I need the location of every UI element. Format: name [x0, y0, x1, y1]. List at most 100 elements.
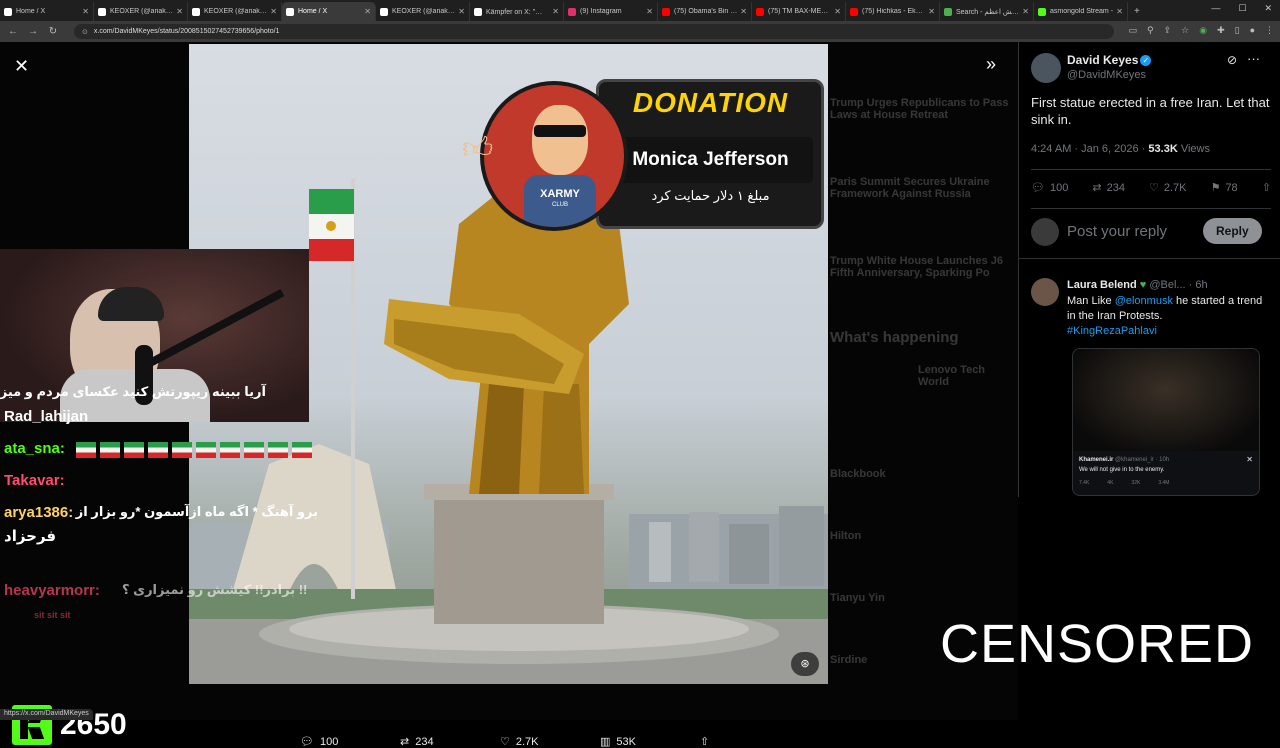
tab-close-icon[interactable]: ✕ — [1022, 7, 1029, 16]
mic-arm — [148, 289, 285, 367]
tab-close-icon[interactable]: ✕ — [928, 7, 935, 16]
bookmark-button[interactable]: ⚑ 78 — [1211, 181, 1238, 195]
browser-tab[interactable]: (75) Obama's Bin Lade✕ — [658, 2, 752, 21]
tab-title: asmongold Stream - — [1050, 8, 1114, 15]
mention-link[interactable]: @elonmusk — [1115, 295, 1173, 307]
close-window-icon[interactable]: ✕ — [1264, 3, 1272, 14]
tab-favicon-icon — [192, 7, 200, 16]
embedded-close-icon: ✕ — [1246, 455, 1253, 464]
hashtag-link[interactable]: #KingRezaPahlavi — [1067, 325, 1157, 337]
tab-title: Home / X — [16, 8, 46, 15]
repost-button[interactable]: ⇄ 234 — [1092, 181, 1125, 195]
tab-close-icon[interactable]: ✕ — [646, 7, 653, 16]
photo-repost-button[interactable]: ⇄ 234 — [400, 735, 500, 748]
reply-media[interactable]: Khamenei.ir @khamenei_ir · 10h We will n… — [1072, 348, 1260, 496]
photo-share-button[interactable]: ⇧ — [700, 735, 800, 748]
browser-tab[interactable]: KEOXER (@ariakeoxer)✕ — [94, 2, 188, 21]
share-button[interactable]: ⇧ — [1262, 181, 1271, 194]
browser-tab[interactable]: asmongold Stream - ✕ — [1034, 2, 1128, 21]
chat-message: فرحزاد — [4, 528, 57, 545]
iran-flag-emote — [148, 442, 168, 458]
tab-favicon-icon — [662, 7, 670, 16]
tab-close-icon[interactable]: ✕ — [176, 7, 183, 16]
tab-close-icon[interactable]: ✕ — [270, 7, 277, 16]
chat-username: Takavar: — [4, 472, 65, 489]
author-name[interactable]: David Keyes — [1067, 53, 1138, 67]
donation-label: DONATION — [632, 87, 789, 118]
zoom-icon[interactable]: ⚲ — [1147, 25, 1154, 36]
extension-icons: ▭ ⚲ ⇪ ☆ ◉ ✚ ▯ ● ⋮ — [1128, 25, 1274, 36]
minimize-icon[interactable]: — — [1211, 3, 1220, 14]
iran-flag-emote — [244, 442, 264, 458]
address-bar-row: ← → ↻ ⊙ x.com/DavidMKeyes/status/2008515… — [0, 21, 1280, 42]
site-info-icon[interactable]: ⊙ — [82, 28, 88, 36]
tab-title: Home / X — [298, 8, 328, 15]
forward-icon[interactable]: → — [26, 26, 40, 37]
browser-tab[interactable]: Home / X ✕ — [282, 2, 376, 21]
iran-flag-emote — [100, 442, 120, 458]
reply-button[interactable]: 💬︎ 100 — [1031, 181, 1068, 195]
share-icon[interactable]: ⇪ — [1164, 25, 1172, 36]
profile-avatar[interactable]: ● — [1250, 25, 1255, 36]
my-avatar — [1031, 218, 1059, 246]
tab-title: KEOXER (@ariakeoxer) — [204, 8, 268, 15]
reply-submit-button[interactable]: Reply — [1203, 218, 1262, 244]
browser-tab[interactable]: (9) Instagram ✕ — [564, 2, 658, 21]
like-button[interactable]: ♡ 2.7K — [1149, 181, 1187, 195]
more-options-icon[interactable]: ··· — [1247, 51, 1260, 66]
window-controls: — ☐ ✕ — [1211, 3, 1272, 14]
cast-icon[interactable]: ▭ — [1128, 25, 1137, 36]
sidebar-icon[interactable]: ▯ — [1235, 25, 1240, 36]
tab-close-icon[interactable]: ✕ — [458, 7, 465, 16]
tab-close-icon[interactable]: ✕ — [834, 7, 841, 16]
photo-like-button[interactable]: ♡ 2.7K — [500, 735, 600, 748]
close-photo-icon[interactable]: ✕ — [14, 56, 29, 77]
tab-close-icon[interactable]: ✕ — [364, 7, 371, 16]
browser-tab[interactable]: Kämpfer on X: "کیش ✕ — [470, 2, 564, 21]
browser-tab[interactable]: KEOXER (@ariakeoxer)✕ — [376, 2, 470, 21]
menu-icon[interactable]: ⋮ — [1265, 25, 1274, 36]
photo-views-button[interactable]: ▥ 53K — [600, 735, 700, 748]
status-url: https://x.com/DavidMKeyes — [0, 709, 93, 720]
feed-heading: What's happening — [830, 329, 959, 346]
tab-title: KEOXER (@ariakeoxer) — [392, 8, 456, 15]
tab-close-icon[interactable]: ✕ — [740, 7, 747, 16]
mascot-text: XARMY — [540, 188, 580, 200]
author-avatar[interactable] — [1031, 53, 1061, 83]
puzzle-icon[interactable]: ✚ — [1217, 25, 1225, 36]
tab-title: Search - کشکش اعظم — [956, 8, 1019, 16]
reply-input[interactable]: Post your reply — [1067, 223, 1167, 240]
back-icon[interactable]: ← — [6, 26, 20, 37]
extension-icon[interactable]: ◉ — [1199, 25, 1207, 36]
browser-tab[interactable]: (75) TM BAX-MEYDOO✕ — [752, 2, 846, 21]
new-tab-button[interactable]: + — [1128, 2, 1146, 21]
browser-tab[interactable]: KEOXER (@ariakeoxer)✕ — [188, 2, 282, 21]
tab-close-icon[interactable]: ✕ — [1116, 7, 1123, 16]
photo-reply-button[interactable]: 💬︎ 100 — [300, 735, 400, 748]
iran-flag-emote — [268, 442, 288, 458]
tab-close-icon[interactable]: ✕ — [552, 7, 559, 16]
url-field[interactable]: ⊙ x.com/DavidMKeyes/status/2008515027452… — [74, 24, 1114, 39]
author-handle[interactable]: @DavidMKeyes — [1067, 69, 1146, 81]
url-text: x.com/DavidMKeyes/status/200851502745273… — [93, 28, 280, 35]
tab-favicon-icon — [850, 7, 858, 16]
chat-message: sit sit sit — [34, 610, 71, 620]
share-up-icon: ⇧ — [700, 736, 710, 748]
main-viewport: ✕ » Trump Urges Republicans to Pass Laws… — [0, 42, 1280, 748]
maximize-icon[interactable]: ☐ — [1238, 3, 1246, 14]
tab-close-icon[interactable]: ✕ — [82, 7, 89, 16]
browser-tab[interactable]: Search - کشکش اعظم✕ — [940, 2, 1034, 21]
bookmark-star-icon[interactable]: ☆ — [1181, 25, 1189, 36]
green-heart-icon: ♥ — [1139, 279, 1147, 291]
browser-tab[interactable]: (75) Hichkas - Ekhtela ✕ — [846, 2, 940, 21]
reply-author-avatar[interactable] — [1031, 278, 1059, 306]
chat-username: heavyarmorr: — [4, 582, 100, 599]
grok-icon[interactable]: ⊘ — [1227, 53, 1237, 67]
embedded-author: Khamenei.ir — [1079, 457, 1114, 463]
browser-tab[interactable]: Home / X ✕ — [0, 2, 94, 21]
tweet-timestamp: 4:24 AM · Jan 6, 2026 · 53.3K Views — [1031, 143, 1210, 155]
donation-message: مبلغ ۱ دلار حمایت کرد — [651, 188, 770, 203]
reply-author-name[interactable]: Laura Belend — [1067, 279, 1137, 291]
reload-icon[interactable]: ↻ — [46, 26, 60, 37]
alt-text-icon[interactable]: ⊛ — [791, 652, 819, 676]
